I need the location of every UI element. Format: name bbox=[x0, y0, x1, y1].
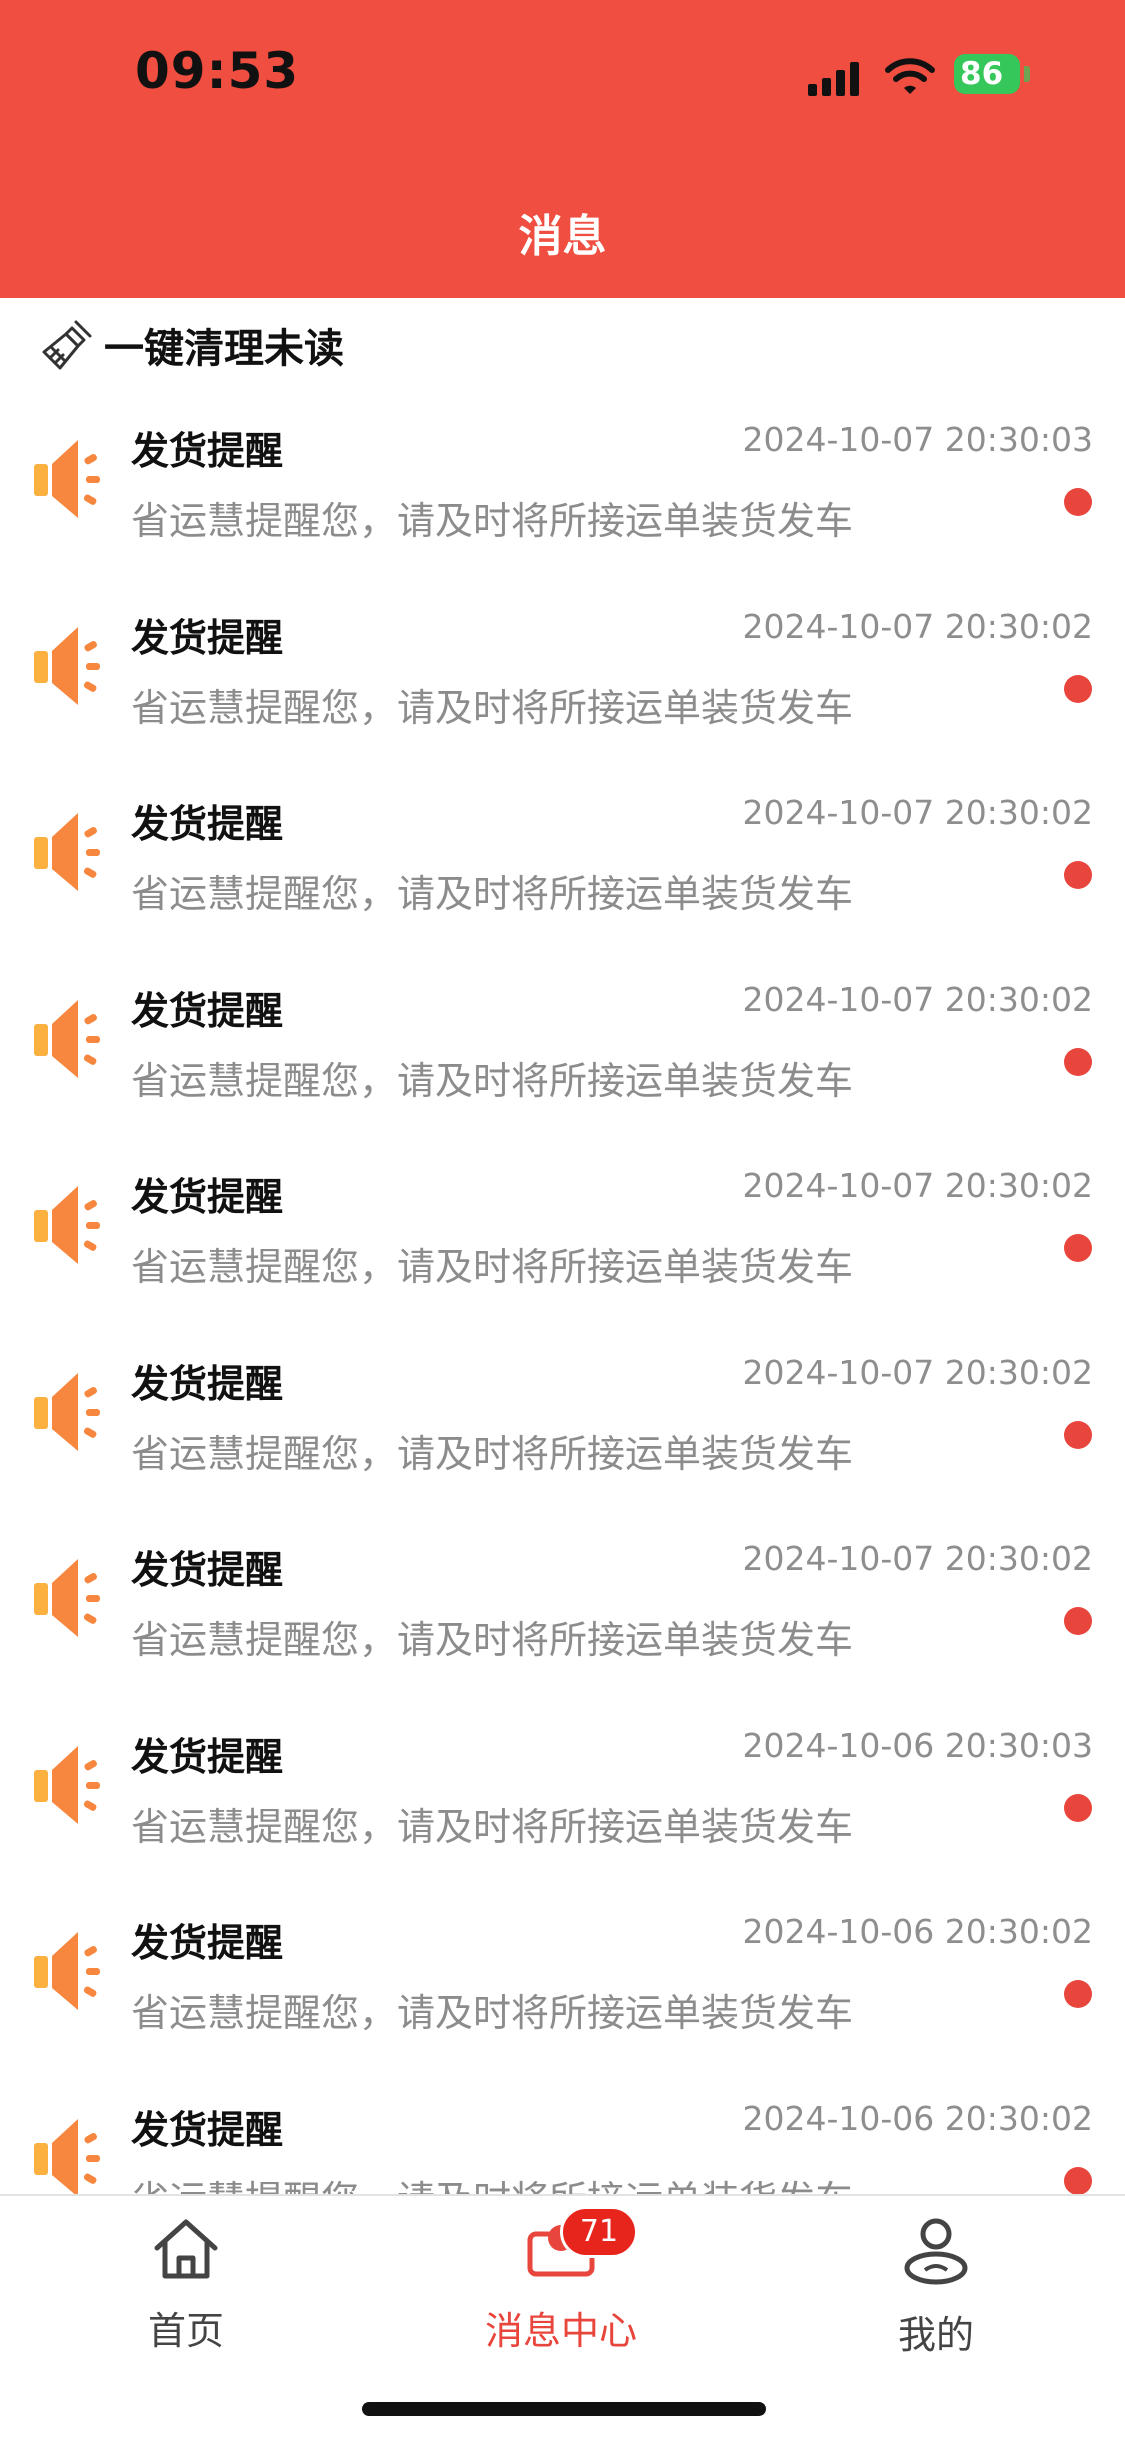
speaker-icon bbox=[34, 1372, 100, 1451]
clear-unread-label: 一键清理未读 bbox=[104, 326, 344, 372]
message-item[interactable]: 发货提醒 2024-10-06 20:30:02 省运慧提醒您，请及时将所接运单装货… bbox=[0, 1872, 1125, 2059]
tab-home[interactable]: 首页 bbox=[61, 2196, 311, 2366]
message-item[interactable]: 发货提醒 2024-10-06 20:30:02 省运慧提醒您，请及时将所接运单装货… bbox=[0, 2059, 1125, 2195]
tab-mine-label: 我的 bbox=[897, 2313, 974, 2357]
speaker-icon bbox=[34, 1559, 100, 1637]
message-item[interactable]: 发货提醒 2024-10-07 20:30:02 省运慧提醒您，请及时将所接运单装货… bbox=[0, 1499, 1125, 1686]
message-item[interactable]: 发货提醒 2024-10-07 20:30:02 省运慧提醒您，请及时将所接运单装货… bbox=[0, 940, 1125, 1127]
message-body: 省运慧提醒您，请及时将所接运单装货发车 bbox=[131, 685, 854, 730]
message-title: 发货提醒 bbox=[131, 1921, 284, 1965]
message-time: 2024-10-07 20:30:02 bbox=[742, 979, 1093, 1019]
unread-dot bbox=[1064, 2166, 1092, 2194]
message-count-badge: 71 bbox=[560, 2206, 638, 2258]
speaker-icon bbox=[34, 1745, 100, 1824]
page-title: 消息 bbox=[518, 211, 607, 262]
wifi-icon bbox=[885, 58, 935, 94]
message-body: 省运慧提醒您，请及时将所接运单装货发车 bbox=[131, 1245, 854, 1289]
speaker-icon bbox=[34, 1932, 100, 2010]
speaker-icon bbox=[34, 1186, 100, 1264]
message-item[interactable]: 发货提醒 2024-10-07 20:30:02 省运慧提醒您，请及时将所接运单装货… bbox=[0, 567, 1125, 754]
unread-dot bbox=[1064, 1793, 1092, 1822]
unread-dot bbox=[1064, 1607, 1092, 1635]
message-title: 发货提醒 bbox=[131, 1361, 284, 1406]
message-time: 2024-10-07 20:30:02 bbox=[742, 606, 1093, 646]
message-item[interactable]: 发货提醒 2024-10-07 20:30:03 省运慧提醒您，请及时将所接运单装货… bbox=[0, 380, 1125, 567]
message-time: 2024-10-06 20:30:03 bbox=[742, 1725, 1093, 1765]
message-time: 2024-10-06 20:30:02 bbox=[742, 2098, 1093, 2138]
message-title: 发货提醒 bbox=[131, 988, 284, 1033]
speaker-icon bbox=[34, 2118, 100, 2194]
message-body: 省运慧提醒您，请及时将所接运单装货发车 bbox=[131, 1804, 854, 1849]
message-title: 发货提醒 bbox=[131, 1175, 284, 1219]
message-body: 省运慧提醒您，请及时将所接运单装货发车 bbox=[131, 1618, 854, 1662]
broom-icon bbox=[42, 320, 92, 370]
speaker-icon bbox=[34, 440, 100, 518]
home-icon bbox=[154, 2219, 218, 2279]
unread-dot bbox=[1064, 674, 1092, 703]
home-indicator bbox=[362, 2402, 766, 2416]
tab-home-label: 首页 bbox=[147, 2309, 224, 2353]
message-body: 省运慧提醒您，请及时将所接运单装货发车 bbox=[131, 872, 854, 916]
battery-indicator: 86 bbox=[954, 54, 1032, 96]
message-list[interactable]: 发货提醒 2024-10-07 20:30:03 省运慧提醒您，请及时将所接运单装货… bbox=[0, 380, 1125, 2194]
unread-dot bbox=[1064, 1420, 1092, 1449]
message-body: 省运慧提醒您，请及时将所接运单装货发车 bbox=[131, 1431, 854, 1476]
unread-dot bbox=[1064, 861, 1092, 889]
message-time: 2024-10-07 20:30:02 bbox=[742, 1166, 1093, 1205]
speaker-icon bbox=[34, 999, 100, 1078]
unread-dot bbox=[1064, 488, 1092, 516]
message-time: 2024-10-07 20:30:02 bbox=[742, 1539, 1093, 1578]
message-body: 省运慧提醒您，请及时将所接运单装货发车 bbox=[131, 499, 854, 543]
message-title: 发货提醒 bbox=[131, 615, 284, 660]
battery-level: 86 bbox=[960, 56, 1004, 92]
tab-mine[interactable]: 我的 bbox=[811, 2196, 1061, 2366]
clear-unread-button[interactable]: 一键清理未读 bbox=[36, 312, 344, 378]
cellular-signal-icon bbox=[808, 62, 859, 96]
unread-dot bbox=[1064, 1047, 1092, 1076]
message-time: 2024-10-07 20:30:03 bbox=[742, 420, 1093, 459]
message-body: 省运慧提醒您，请及时将所接运单装货发车 bbox=[131, 2169, 853, 2195]
unread-dot bbox=[1064, 1980, 1092, 2008]
user-profile-icon bbox=[904, 2218, 968, 2285]
message-item[interactable]: 发货提醒 2024-10-06 20:30:03 省运慧提醒您，请及时将所接运单装货… bbox=[0, 1686, 1125, 1873]
message-body: 省运慧提醒您，请及时将所接运单装货发车 bbox=[131, 1058, 854, 1103]
message-body: 省运慧提醒您，请及时将所接运单装货发车 bbox=[131, 1991, 854, 2035]
header: 09:53 86 消息 bbox=[0, 0, 1125, 298]
message-title: 发货提醒 bbox=[131, 1548, 284, 1592]
unread-dot bbox=[1064, 1234, 1092, 1262]
message-item[interactable]: 发货提醒 2024-10-07 20:30:02 省运慧提醒您，请及时将所接运单装货… bbox=[0, 1313, 1125, 1500]
speaker-icon bbox=[34, 626, 100, 705]
message-title: 发货提醒 bbox=[131, 1734, 284, 1779]
tab-messages-label: 消息中心 bbox=[484, 2309, 637, 2353]
message-title: 发货提醒 bbox=[131, 429, 284, 473]
status-time: 09:53 bbox=[135, 42, 300, 100]
message-item[interactable]: 发货提醒 2024-10-07 20:30:02 省运慧提醒您，请及时将所接运单装货… bbox=[0, 1126, 1125, 1313]
message-title: 发货提醒 bbox=[131, 802, 284, 846]
message-title: 发货提醒 bbox=[131, 2107, 284, 2152]
message-time: 2024-10-06 20:30:02 bbox=[742, 1912, 1093, 1951]
message-time: 2024-10-07 20:30:02 bbox=[742, 793, 1093, 832]
tab-messages[interactable]: 71 消息中心 bbox=[436, 2196, 686, 2366]
message-time: 2024-10-07 20:30:02 bbox=[742, 1352, 1093, 1392]
tab-bar: 首页 71 消息中心 我的 bbox=[0, 2194, 1125, 2438]
speaker-icon bbox=[34, 813, 100, 891]
message-item[interactable]: 发货提醒 2024-10-07 20:30:02 省运慧提醒您，请及时将所接运单装货… bbox=[0, 753, 1125, 940]
